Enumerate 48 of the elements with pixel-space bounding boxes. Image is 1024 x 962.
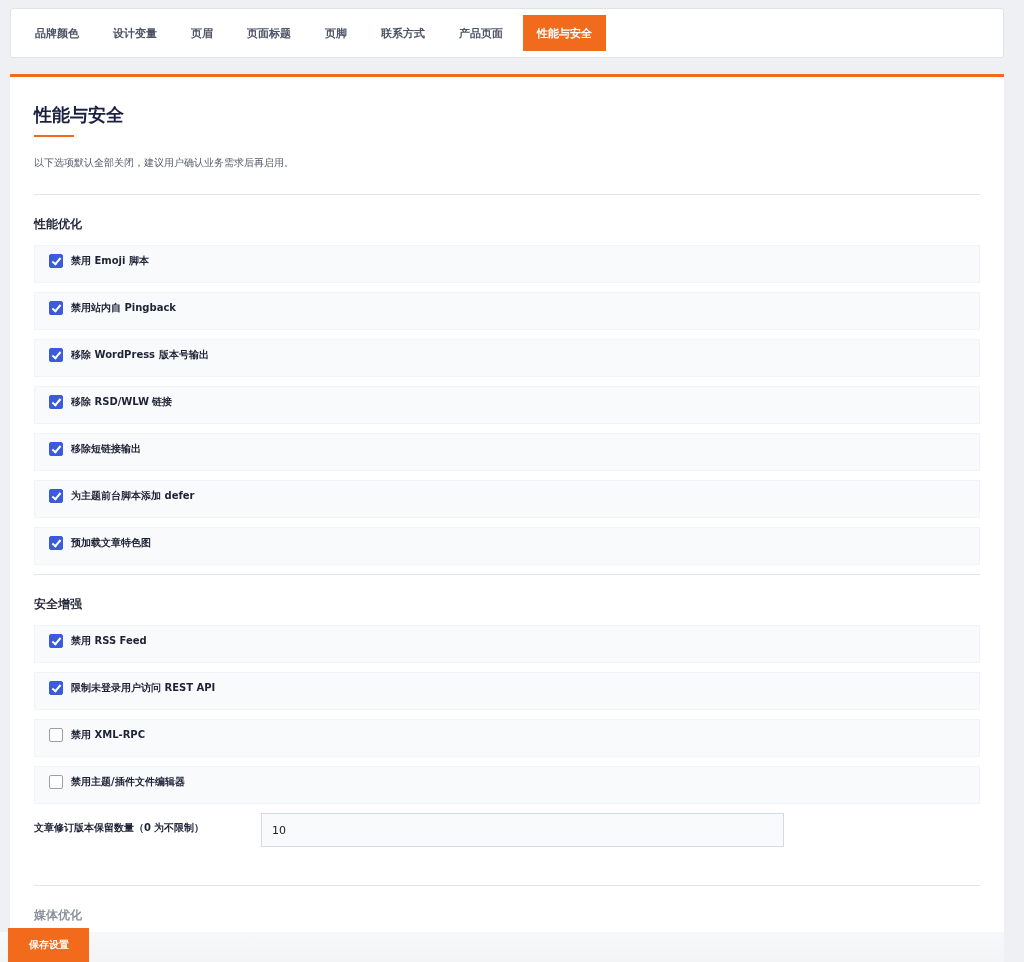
option-row[interactable]: 禁用 Emoji 脚本 (34, 245, 980, 283)
option-label: 禁用 Emoji 脚本 (71, 254, 149, 268)
checkbox[interactable] (49, 775, 63, 789)
checkbox[interactable] (49, 728, 63, 742)
option-row[interactable]: 移除 RSD/WLW 链接 (34, 386, 980, 424)
option-label: 限制未登录用户访问 REST API (71, 681, 216, 695)
section-heading: 性能优化 (34, 217, 82, 232)
option-label: 为主题前台脚本添加 defer (71, 489, 195, 503)
checkbox[interactable] (49, 301, 63, 315)
option-label: 移除 RSD/WLW 链接 (71, 395, 173, 409)
option-row[interactable]: 禁用站内自 Pingback (34, 292, 980, 330)
checkbox[interactable] (49, 442, 63, 456)
tab[interactable]: 页脚 (311, 15, 361, 51)
option-row[interactable]: 预加载文章特色图 (34, 527, 980, 565)
option-row[interactable]: 禁用主题/插件文件编辑器 (34, 766, 980, 804)
option-label: 移除 WordPress 版本号输出 (71, 348, 209, 362)
tab[interactable]: 页眉 (177, 15, 227, 51)
option-row[interactable]: 移除 WordPress 版本号输出 (34, 339, 980, 377)
section-heading: 媒体优化 (34, 908, 82, 923)
option-label: 禁用 RSS Feed (71, 634, 147, 648)
option-label: 禁用站内自 Pingback (71, 301, 176, 315)
option-row[interactable]: 限制未登录用户访问 REST API (34, 672, 980, 710)
tab[interactable]: 页面标题 (233, 15, 305, 51)
tab[interactable]: 设计变量 (99, 15, 171, 51)
checkbox[interactable] (49, 395, 63, 409)
checkbox[interactable] (49, 254, 63, 268)
panel-title: 性能与安全 (34, 103, 124, 127)
option-row[interactable]: 禁用 XML-RPC (34, 719, 980, 757)
option-row[interactable]: 禁用 RSS Feed (34, 625, 980, 663)
field-label: 文章修订版本保留数量（0 为不限制） (34, 821, 206, 835)
option-row[interactable]: 为主题前台脚本添加 defer (34, 480, 980, 518)
checkbox[interactable] (49, 348, 63, 362)
option-row[interactable]: 移除短链接输出 (34, 433, 980, 471)
option-label: 移除短链接输出 (71, 442, 141, 456)
checkbox[interactable] (49, 489, 63, 503)
section-heading: 安全增强 (34, 597, 82, 612)
option-label: 禁用主题/插件文件编辑器 (71, 775, 185, 789)
tab[interactable]: 产品页面 (445, 15, 517, 51)
checkbox[interactable] (49, 681, 63, 695)
tab[interactable]: 联系方式 (367, 15, 439, 51)
number-field[interactable]: 10 (261, 813, 784, 847)
option-label: 禁用 XML-RPC (71, 728, 146, 742)
tab[interactable]: 品牌颜色 (21, 15, 93, 51)
title-underline (34, 135, 74, 137)
option-label: 预加载文章特色图 (71, 536, 151, 550)
checkbox[interactable] (49, 536, 63, 550)
description: 以下选项默认全部关闭，建议用户确认业务需求后再启用。 (34, 156, 294, 170)
checkbox[interactable] (49, 634, 63, 648)
